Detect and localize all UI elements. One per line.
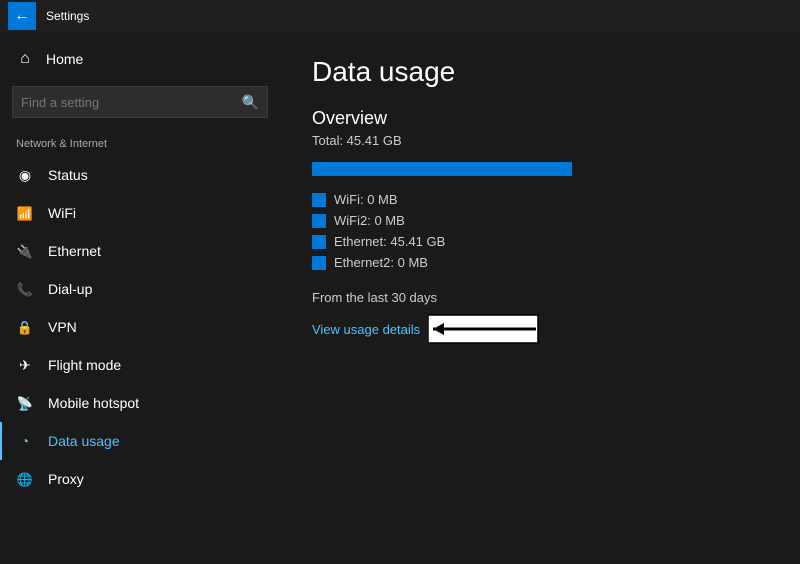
wifi-color-box [312,193,326,207]
sidebar: Home 🔍 Network & Internet Status WiFi Et… [0,32,280,564]
page-title: Data usage [312,56,768,88]
list-item: Ethernet2: 0 MB [312,255,768,270]
back-icon [14,7,30,25]
ethernet2-color-box [312,256,326,270]
ethernet-label: Ethernet: 45.41 GB [334,234,445,249]
wifi-icon [16,204,34,222]
list-item: Ethernet: 45.41 GB [312,234,768,249]
list-item: WiFi2: 0 MB [312,213,768,228]
home-label: Home [46,51,83,67]
view-details-link[interactable]: View usage details [312,322,420,337]
sidebar-item-label: Flight mode [48,357,121,373]
section-label: Network & Internet [0,126,280,156]
sidebar-item-dialup[interactable]: Dial-up [0,270,280,308]
window-title: Settings [46,9,89,23]
sidebar-item-label: Proxy [48,471,84,487]
sidebar-item-label: Ethernet [48,243,101,259]
ethernet2-label: Ethernet2: 0 MB [334,255,428,270]
sidebar-item-hotspot[interactable]: Mobile hotspot [0,384,280,422]
hotspot-icon [16,394,34,412]
wifi-label: WiFi: 0 MB [334,192,398,207]
usage-bar-container [312,162,572,176]
sidebar-item-label: WiFi [48,205,76,221]
ethernet-icon [16,242,34,260]
arrow-annotation-svg [428,311,548,347]
sidebar-item-label: Status [48,167,88,183]
flight-icon [16,356,34,374]
overview-total: Total: 45.41 GB [312,133,768,148]
sidebar-item-datausage[interactable]: Data usage [0,422,280,460]
overview-section: Overview Total: 45.41 GB WiFi: 0 MB WiFi… [312,108,768,347]
usage-list: WiFi: 0 MB WiFi2: 0 MB Ethernet: 45.41 G… [312,192,768,270]
search-input[interactable] [21,95,234,110]
search-box[interactable]: 🔍 [12,86,268,118]
usage-bar-fill [312,162,572,176]
proxy-icon [16,470,34,488]
sidebar-item-status[interactable]: Status [0,156,280,194]
datausage-icon [16,432,34,450]
sidebar-item-label: Dial-up [48,281,92,297]
dialup-icon [16,280,34,298]
content-area: Data usage Overview Total: 45.41 GB WiFi… [280,32,800,564]
wifi2-label: WiFi2: 0 MB [334,213,405,228]
list-item: WiFi: 0 MB [312,192,768,207]
arrow-annotation: View usage details [312,311,768,347]
overview-title: Overview [312,108,768,129]
sidebar-item-flight[interactable]: Flight mode [0,346,280,384]
sidebar-item-ethernet[interactable]: Ethernet [0,232,280,270]
sidebar-item-wifi[interactable]: WiFi [0,194,280,232]
sidebar-item-label: Mobile hotspot [48,395,139,411]
home-icon [16,50,34,68]
vpn-icon [16,318,34,336]
sidebar-item-proxy[interactable]: Proxy [0,460,280,498]
main-layout: Home 🔍 Network & Internet Status WiFi Et… [0,32,800,564]
sidebar-item-home[interactable]: Home [0,40,280,78]
ethernet-color-box [312,235,326,249]
wifi2-color-box [312,214,326,228]
title-bar: Settings [0,0,800,32]
sidebar-item-label: Data usage [48,433,120,449]
search-icon: 🔍 [242,94,259,111]
sidebar-item-label: VPN [48,319,77,335]
back-button[interactable] [8,2,36,30]
from-days-label: From the last 30 days [312,290,768,305]
status-icon [16,166,34,184]
sidebar-item-vpn[interactable]: VPN [0,308,280,346]
